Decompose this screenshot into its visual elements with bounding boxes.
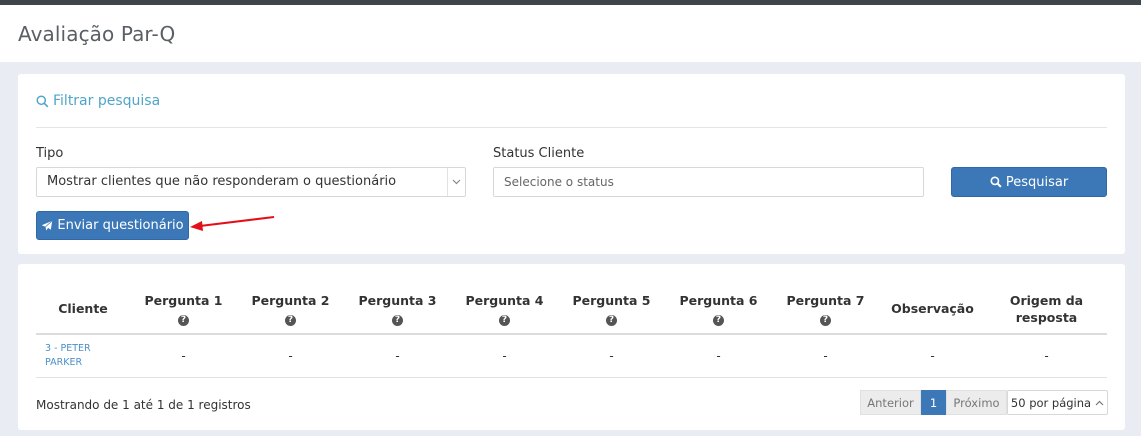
page-size-select[interactable]: 50 por página [1007,390,1108,415]
search-icon [990,176,1002,188]
table-cell: - [986,334,1107,378]
column-header-pergunta-4[interactable]: Pergunta 4? [451,284,558,335]
search-button-label: Pesquisar [1005,174,1069,190]
page-size-label: 50 por página [1010,395,1092,410]
question-icon[interactable]: ? [820,314,831,326]
table-cell: - [344,334,451,378]
client-link[interactable]: 3 - PETER PARKER [36,334,130,378]
column-header-cliente[interactable]: Cliente [36,284,130,335]
status-select[interactable]: Selecione o status [493,167,924,197]
chevron-up-icon [1095,400,1104,405]
column-header-observacao[interactable]: Observação [879,284,986,335]
table-cell: - [237,334,344,378]
pagination: Anterior 1 Próximo 50 por página [860,390,1108,415]
table-cell: - [665,334,772,378]
tipo-select-value: Mostrar clientes que não responderam o q… [47,174,397,189]
table-header-row: Cliente Pergunta 1? Pergunta 2? Pergunta… [36,284,1107,335]
table-cell: - [451,334,558,378]
divider [36,127,1107,128]
column-header-origem[interactable]: Origem da resposta [986,284,1107,335]
column-header-pergunta-7[interactable]: Pergunta 7? [772,284,879,335]
search-button[interactable]: Pesquisar [951,167,1107,197]
question-icon[interactable]: ? [499,314,510,326]
column-header-pergunta-1[interactable]: Pergunta 1? [130,284,237,335]
results-card: Cliente Pergunta 1? Pergunta 2? Pergunta… [18,264,1125,430]
tipo-label: Tipo [36,146,64,161]
column-header-pergunta-3[interactable]: Pergunta 3? [344,284,451,335]
question-icon[interactable]: ? [606,314,617,326]
results-table: Cliente Pergunta 1? Pergunta 2? Pergunta… [36,284,1107,378]
chevron-down-icon [447,168,465,196]
column-header-pergunta-2[interactable]: Pergunta 2? [237,284,344,335]
filter-toggle-link[interactable]: Filtrar pesquisa [36,93,160,109]
page-title: Avaliação Par-Q [18,22,176,46]
paper-plane-icon [42,219,53,230]
pagination-next[interactable]: Próximo [946,390,1007,415]
tipo-select[interactable]: Mostrar clientes que não responderam o q… [36,167,466,197]
question-icon[interactable]: ? [178,314,189,326]
table-cell: - [772,334,879,378]
filter-link-label: Filtrar pesquisa [53,93,161,109]
send-button-label: Enviar questionário [57,218,184,233]
pagination-page-1[interactable]: 1 [921,390,946,415]
status-label: Status Cliente [493,146,585,161]
table-cell: - [558,334,665,378]
page-header: Avaliação Par-Q [0,5,1141,62]
column-header-pergunta-5[interactable]: Pergunta 5? [558,284,665,335]
pagination-prev[interactable]: Anterior [860,390,921,415]
send-questionnaire-button[interactable]: Enviar questionário [36,211,189,240]
table-row: 3 - PETER PARKER - - - - - - - - - [36,334,1107,378]
table-cell: - [879,334,986,378]
column-header-pergunta-6[interactable]: Pergunta 6? [665,284,772,335]
records-info: Mostrando de 1 até 1 de 1 registros [36,398,251,412]
status-placeholder: Selecione o status [504,175,614,189]
search-icon [36,94,49,107]
filter-card: Filtrar pesquisa Tipo Mostrar clientes q… [18,74,1125,254]
question-icon[interactable]: ? [713,314,724,326]
question-icon[interactable]: ? [285,314,296,326]
table-cell: - [130,334,237,378]
question-icon[interactable]: ? [392,314,403,326]
